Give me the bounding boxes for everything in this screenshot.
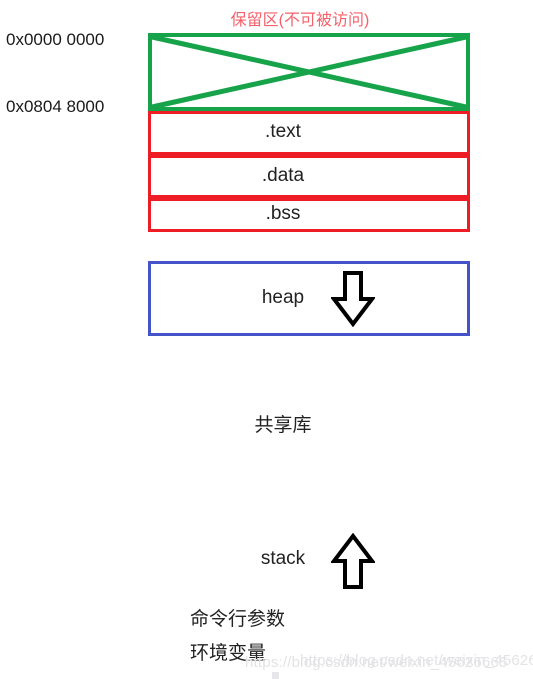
segment-shared-library: 共享库 — [148, 366, 470, 488]
segment-reserved — [148, 33, 470, 111]
segment-gap-after-heap — [148, 336, 470, 366]
segment-gap-before-stack — [148, 488, 470, 514]
heap-growth-down-arrow — [331, 271, 375, 327]
address-label-top: 0x0000 0000 — [6, 30, 105, 49]
segment-command-line-args-label: 命令行参数 — [190, 609, 286, 630]
stack-growth-up-arrow — [331, 533, 375, 589]
reserved-region-title: 保留区(不可被访问) — [230, 12, 370, 29]
memory-segment-column: .text .data .bss heap 共享库 stack 命令行参数 环境… — [148, 33, 470, 674]
segment-stack: stack — [148, 514, 470, 606]
segment-text-label: .text — [265, 121, 301, 142]
segment-heap-label: heap — [261, 286, 305, 308]
address-label-text-start: 0x0804 8000 — [6, 97, 105, 116]
segment-bss: .bss — [148, 198, 470, 232]
watermark-dot — [272, 672, 279, 679]
segment-shared-library-label: 共享库 — [254, 415, 312, 436]
segment-data-label: .data — [261, 164, 305, 186]
segment-bss-label: .bss — [265, 203, 301, 224]
segment-text: .text — [148, 111, 470, 155]
memory-layout-diagram: 保留区(不可被访问) 0x0000 0000 0x0804 8000 .text… — [0, 0, 533, 679]
segment-gap-after-bss — [148, 232, 470, 262]
segment-data: .data — [148, 155, 470, 198]
segment-heap: heap — [148, 261, 470, 336]
watermark-url-secondary: https://blog.csdn.net/weixin_456266655 — [300, 652, 533, 669]
segment-stack-label: stack — [260, 548, 306, 569]
segment-command-line-args: 命令行参数 — [148, 606, 470, 636]
